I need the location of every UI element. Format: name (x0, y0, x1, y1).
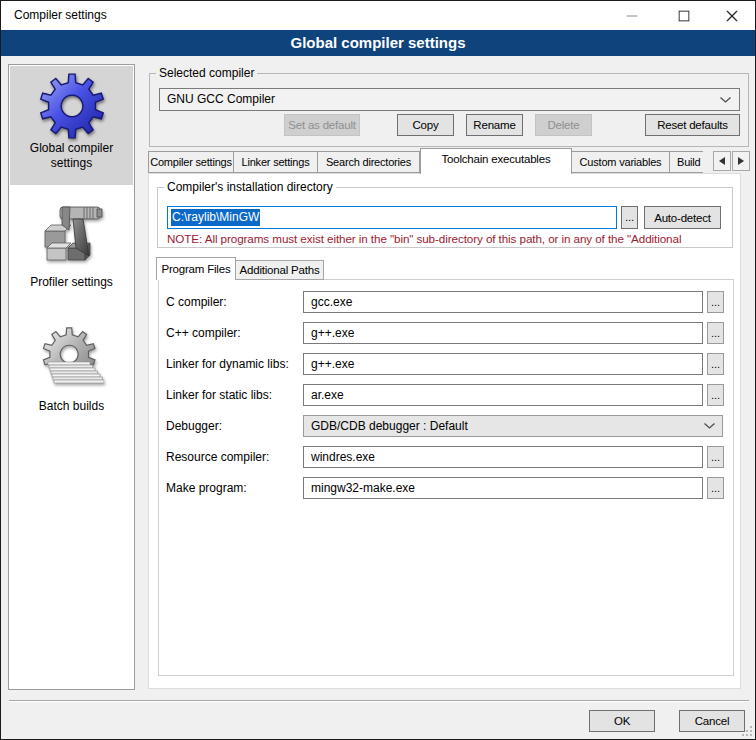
cpp-compiler-browse-button[interactable]: ... (707, 322, 724, 344)
field-label: C compiler: (166, 291, 227, 313)
install-dir-input[interactable]: C:\raylib\MinGW (167, 206, 617, 229)
resize-grip[interactable] (742, 726, 752, 736)
rename-button[interactable]: Rename (466, 114, 523, 136)
copy-button[interactable]: Copy (397, 114, 454, 136)
field-label: Linker for dynamic libs: (166, 353, 289, 375)
tab-scroll-right-button[interactable] (732, 151, 750, 171)
footer-divider-highlight (9, 701, 749, 702)
form-row-linker-static: Linker for static libs: ... (1, 384, 756, 406)
tab-scroll-left-button[interactable] (713, 151, 731, 171)
ok-button[interactable]: OK (589, 710, 655, 732)
linker-dynamic-input[interactable] (303, 353, 703, 375)
debugger-select[interactable]: GDB/CDB debugger : Default (303, 415, 723, 437)
auto-detect-button[interactable]: Auto-detect (644, 206, 721, 229)
reset-defaults-button[interactable]: Reset defaults (645, 114, 740, 136)
chevron-down-icon (704, 423, 715, 429)
window-title: Compiler settings (14, 1, 107, 30)
set-as-default-button[interactable]: Set as default (284, 114, 360, 136)
resource-compiler-input[interactable] (303, 446, 703, 468)
sidebar-item-label: Profiler settings (9, 275, 134, 290)
tab-search-directories[interactable]: Search directories (318, 151, 420, 173)
note-text: NOTE: All programs must exist either in … (167, 232, 733, 247)
debugger-select-value: GDB/CDB debugger : Default (311, 416, 468, 436)
field-label: Resource compiler: (166, 446, 269, 468)
resource-compiler-browse-button[interactable]: ... (707, 446, 724, 468)
field-label: Make program: (166, 477, 247, 499)
subtab-additional-paths[interactable]: Additional Paths (236, 260, 324, 280)
profiler-caliper-icon (40, 198, 104, 262)
form-row-debugger: Debugger: GDB/CDB debugger : Default (1, 415, 756, 437)
maximize-icon (678, 10, 689, 21)
arrow-left-icon (719, 157, 725, 165)
arrow-right-icon (738, 157, 744, 165)
tab-linker-settings[interactable]: Linker settings (234, 151, 318, 173)
c-compiler-browse-button[interactable]: ... (707, 291, 724, 313)
field-label: C++ compiler: (166, 322, 241, 344)
field-label: Linker for static libs: (166, 384, 272, 406)
minimize-button[interactable] (609, 1, 654, 30)
field-label: Debugger: (166, 415, 222, 437)
subtab-program-files[interactable]: Program Files (156, 257, 236, 280)
settings-category-list: Global compiler settings (8, 64, 135, 690)
c-compiler-input[interactable] (303, 291, 703, 313)
title-bar: Compiler settings (1, 1, 755, 30)
blue-gear-icon (39, 73, 105, 139)
form-row-c-compiler: C compiler: ... (1, 291, 756, 313)
tab-toolchain-executables[interactable]: Toolchain executables (420, 148, 572, 174)
selected-text: C:\raylib\MinGW (171, 209, 260, 226)
close-button[interactable] (709, 1, 754, 30)
maximize-button[interactable] (661, 1, 706, 30)
delete-button[interactable]: Delete (535, 114, 592, 136)
linker-dynamic-browse-button[interactable]: ... (707, 353, 724, 375)
cancel-button[interactable]: Cancel (679, 710, 745, 732)
tab-custom-variables[interactable]: Custom variables (572, 151, 670, 173)
compiler-select[interactable]: GNU GCC Compiler (159, 88, 740, 111)
make-program-browse-button[interactable]: ... (707, 477, 724, 499)
linker-static-browse-button[interactable]: ... (707, 384, 724, 406)
install-dir-browse-button[interactable]: ... (621, 206, 638, 229)
install-dir-legend: Compiler's installation directory (164, 180, 336, 194)
tab-compiler-settings[interactable]: Compiler settings (148, 151, 234, 173)
compiler-select-value: GNU GCC Compiler (167, 89, 275, 110)
form-row-linker-dynamic: Linker for dynamic libs: ... (1, 353, 756, 375)
cpp-compiler-input[interactable] (303, 322, 703, 344)
minimize-icon (626, 10, 637, 21)
form-row-cpp-compiler: C++ compiler: ... (1, 322, 756, 344)
close-icon (726, 10, 737, 21)
sidebar-item-label: Global compiler settings (9, 141, 134, 171)
make-program-input[interactable] (303, 477, 703, 499)
dialog-header: Global compiler settings (1, 30, 755, 56)
form-row-resource-compiler: Resource compiler: ... (1, 446, 756, 468)
linker-static-input[interactable] (303, 384, 703, 406)
form-row-make-program: Make program: ... (1, 477, 756, 499)
chevron-down-icon (720, 97, 731, 103)
compiler-settings-dialog: Compiler settings Global compiler settin… (0, 0, 756, 740)
tab-build-options[interactable]: Build options (670, 151, 703, 173)
selected-compiler-legend: Selected compiler (156, 66, 257, 80)
